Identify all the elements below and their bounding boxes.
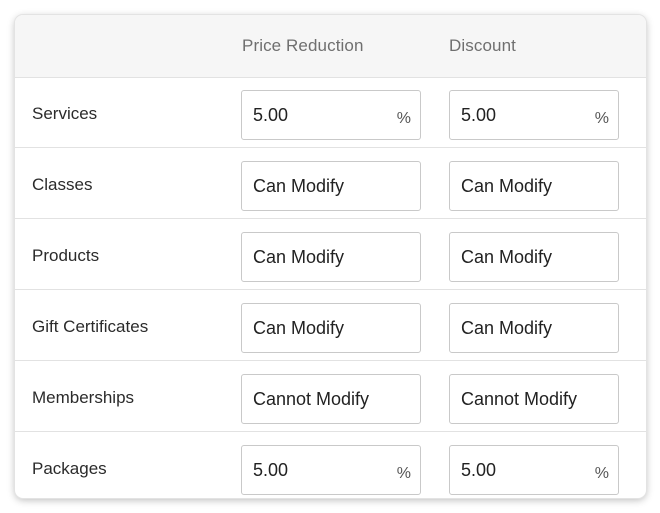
field-value: 5.00 <box>461 460 497 480</box>
column-header-discount: Discount <box>449 36 516 55</box>
field-value: Can Modify <box>253 247 345 267</box>
gift-certificates-price-reduction-select[interactable]: Can Modify <box>241 303 421 353</box>
field-value: Can Modify <box>253 176 345 196</box>
row-label: Packages <box>32 459 107 478</box>
field-value: Can Modify <box>461 318 553 338</box>
products-discount-select[interactable]: Can Modify <box>449 232 619 282</box>
services-price-reduction-input[interactable]: 5.00 % <box>241 90 421 140</box>
row-label: Memberships <box>32 388 135 407</box>
memberships-discount-select[interactable]: Cannot Modify <box>449 374 619 424</box>
table-row-products: Products Can Modify Can Modify <box>15 220 646 290</box>
classes-discount-select[interactable]: Can Modify <box>449 161 619 211</box>
field-value: 5.00 <box>461 105 497 125</box>
table-header: Price Reduction Discount <box>15 15 646 78</box>
packages-price-reduction-input[interactable]: 5.00 % <box>241 445 421 495</box>
field-value: 5.00 <box>253 460 289 480</box>
field-value: 5.00 <box>253 105 289 125</box>
row-label: Products <box>32 246 100 265</box>
memberships-price-reduction-select[interactable]: Cannot Modify <box>241 374 421 424</box>
pricing-permissions-table: Price Reduction Discount Services 5.00 %… <box>15 15 646 498</box>
classes-price-reduction-select[interactable]: Can Modify <box>241 161 421 211</box>
field-value: Can Modify <box>253 318 345 338</box>
services-discount-input[interactable]: 5.00 % <box>449 90 619 140</box>
field-value: Cannot Modify <box>461 389 578 409</box>
percent-unit: % <box>396 465 411 482</box>
field-value: Cannot Modify <box>253 389 370 409</box>
row-label: Services <box>32 104 98 123</box>
row-label: Gift Certificates <box>32 317 149 336</box>
percent-unit: % <box>594 110 609 127</box>
row-label: Classes <box>32 175 93 194</box>
table-row-memberships: Memberships Cannot Modify Cannot Modify <box>15 362 646 432</box>
table-row-packages: Packages 5.00 % 5.00 % <box>15 433 646 498</box>
field-value: Can Modify <box>461 247 553 267</box>
table-row-services: Services 5.00 % 5.00 % <box>15 78 646 148</box>
products-price-reduction-select[interactable]: Can Modify <box>241 232 421 282</box>
gift-certificates-discount-select[interactable]: Can Modify <box>449 303 619 353</box>
table-row-classes: Classes Can Modify Can Modify <box>15 149 646 219</box>
percent-unit: % <box>594 465 609 482</box>
table-row-gift-certificates: Gift Certificates Can Modify Can Modify <box>15 291 646 361</box>
field-value: Can Modify <box>461 176 553 196</box>
column-header-price-reduction: Price Reduction <box>242 36 364 55</box>
packages-discount-input[interactable]: 5.00 % <box>449 445 619 495</box>
percent-unit: % <box>396 110 411 127</box>
